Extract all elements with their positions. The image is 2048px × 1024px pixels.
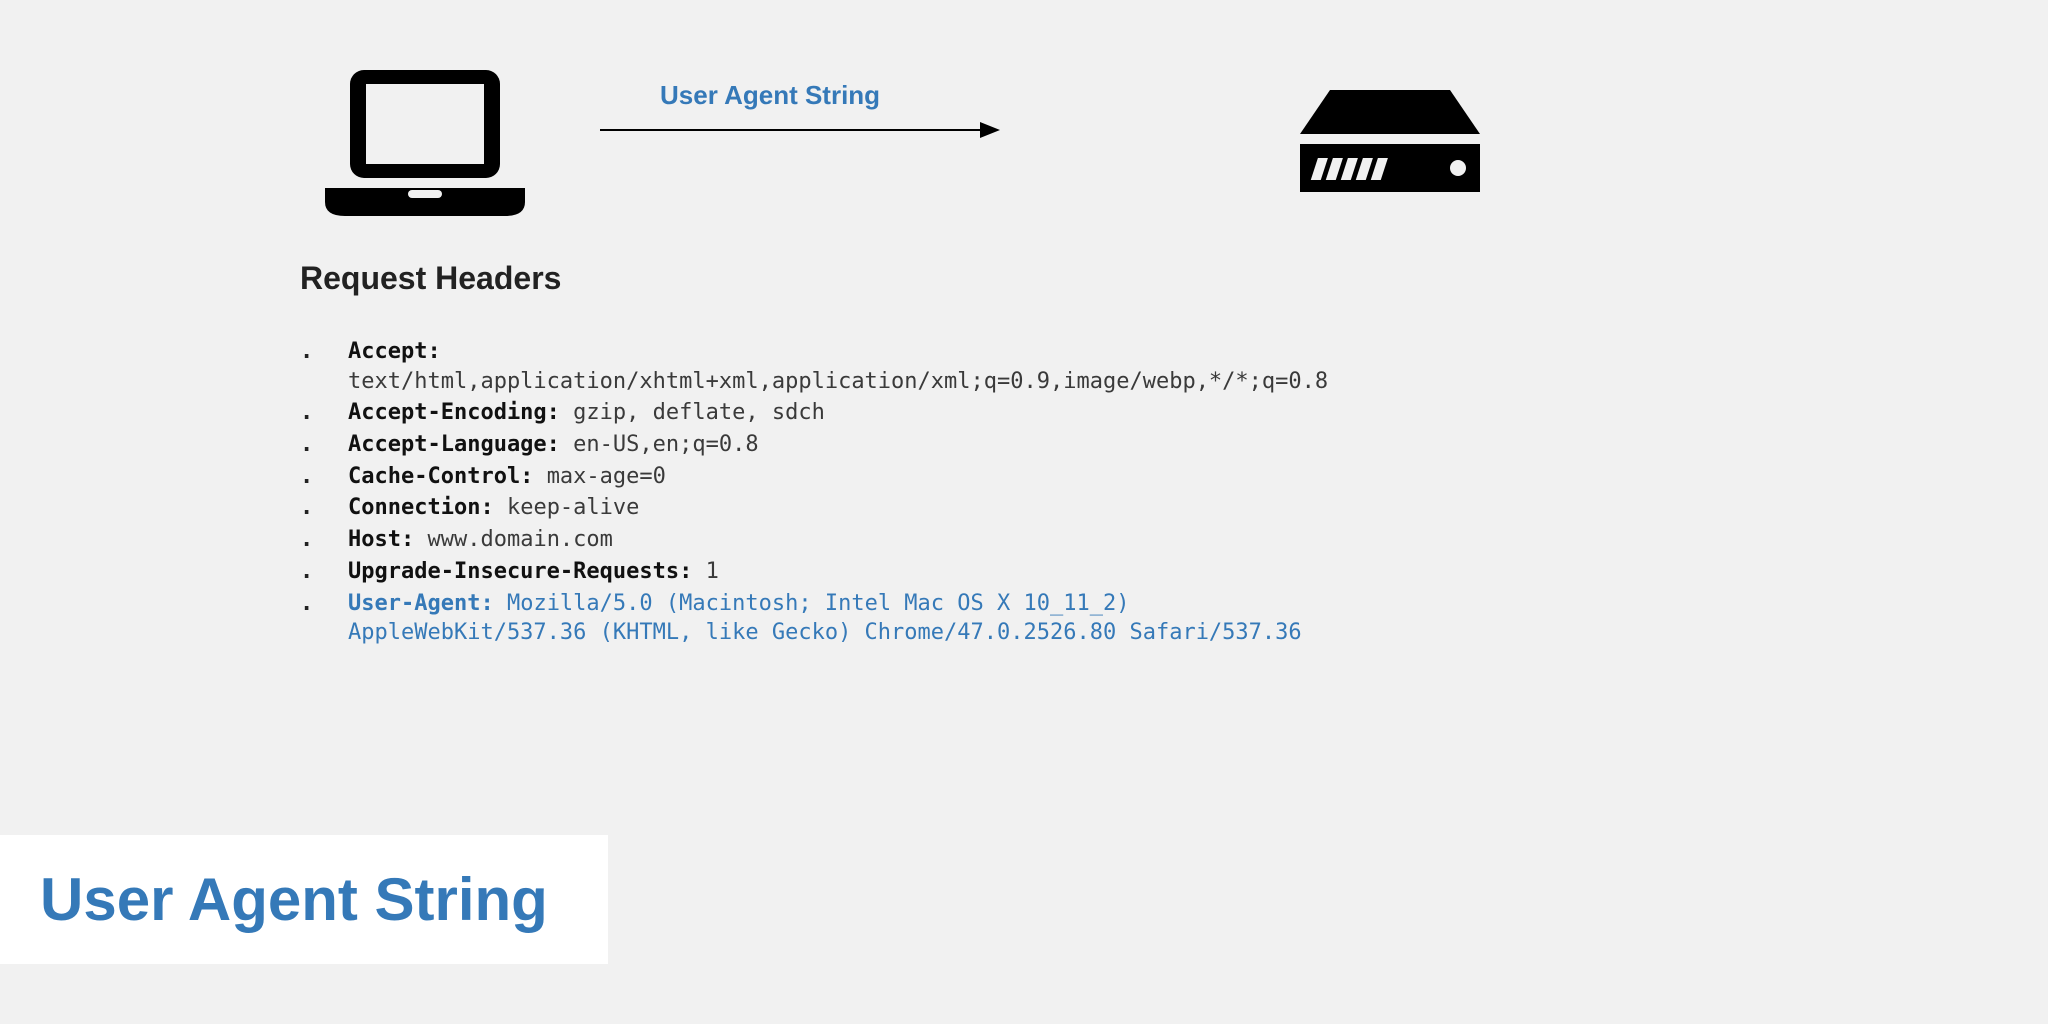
header-value: text/html,application/xhtml+xml,applicat…	[348, 369, 1328, 394]
header-name: Cache-Control:	[348, 464, 547, 489]
bullet: .	[300, 398, 348, 428]
bullet: .	[300, 557, 348, 587]
header-name: User-Agent:	[348, 591, 507, 616]
header-value: max-age=0	[547, 464, 666, 489]
slide-title-box: User Agent String	[0, 835, 608, 964]
bullet: .	[300, 493, 348, 523]
server-icon	[1290, 90, 1490, 215]
client-server-diagram: User Agent String	[300, 70, 1400, 230]
bullet: .	[300, 430, 348, 460]
header-row: .Host: www.domain.com	[300, 525, 1400, 555]
header-row: .Accept-Language: en-US,en;q=0.8	[300, 430, 1400, 460]
header-name: Connection:	[348, 495, 507, 520]
header-row: .User-Agent: Mozilla/5.0 (Macintosh; Int…	[300, 589, 1400, 648]
header-value: www.domain.com	[427, 527, 612, 552]
header-name: Accept-Language:	[348, 432, 573, 457]
header-name: Host:	[348, 527, 427, 552]
header-row: .Upgrade-Insecure-Requests: 1	[300, 557, 1400, 587]
header-name: Accept-Encoding:	[348, 400, 573, 425]
arrow-icon	[600, 118, 1000, 142]
arrow-label: User Agent String	[660, 80, 880, 111]
header-value: 1	[706, 559, 719, 584]
headers-list: .Accept: text/html,application/xhtml+xml…	[300, 337, 1400, 648]
header-name: Accept:	[348, 339, 441, 364]
header-name: Upgrade-Insecure-Requests:	[348, 559, 706, 584]
request-headers-block: Request Headers .Accept: text/html,appli…	[300, 260, 1400, 650]
bullet: .	[300, 589, 348, 619]
header-value: gzip, deflate, sdch	[573, 400, 825, 425]
bullet: .	[300, 462, 348, 492]
header-value: keep-alive	[507, 495, 639, 520]
bullet: .	[300, 337, 348, 367]
laptop-icon	[320, 70, 530, 225]
section-title: Request Headers	[300, 260, 1400, 297]
header-row: .Connection: keep-alive	[300, 493, 1400, 523]
header-row: .Cache-Control: max-age=0	[300, 462, 1400, 492]
header-row: .Accept-Encoding: gzip, deflate, sdch	[300, 398, 1400, 428]
bullet: .	[300, 525, 348, 555]
header-value: en-US,en;q=0.8	[573, 432, 758, 457]
header-row: .Accept: text/html,application/xhtml+xml…	[300, 337, 1400, 396]
slide-title: User Agent String	[40, 865, 548, 934]
